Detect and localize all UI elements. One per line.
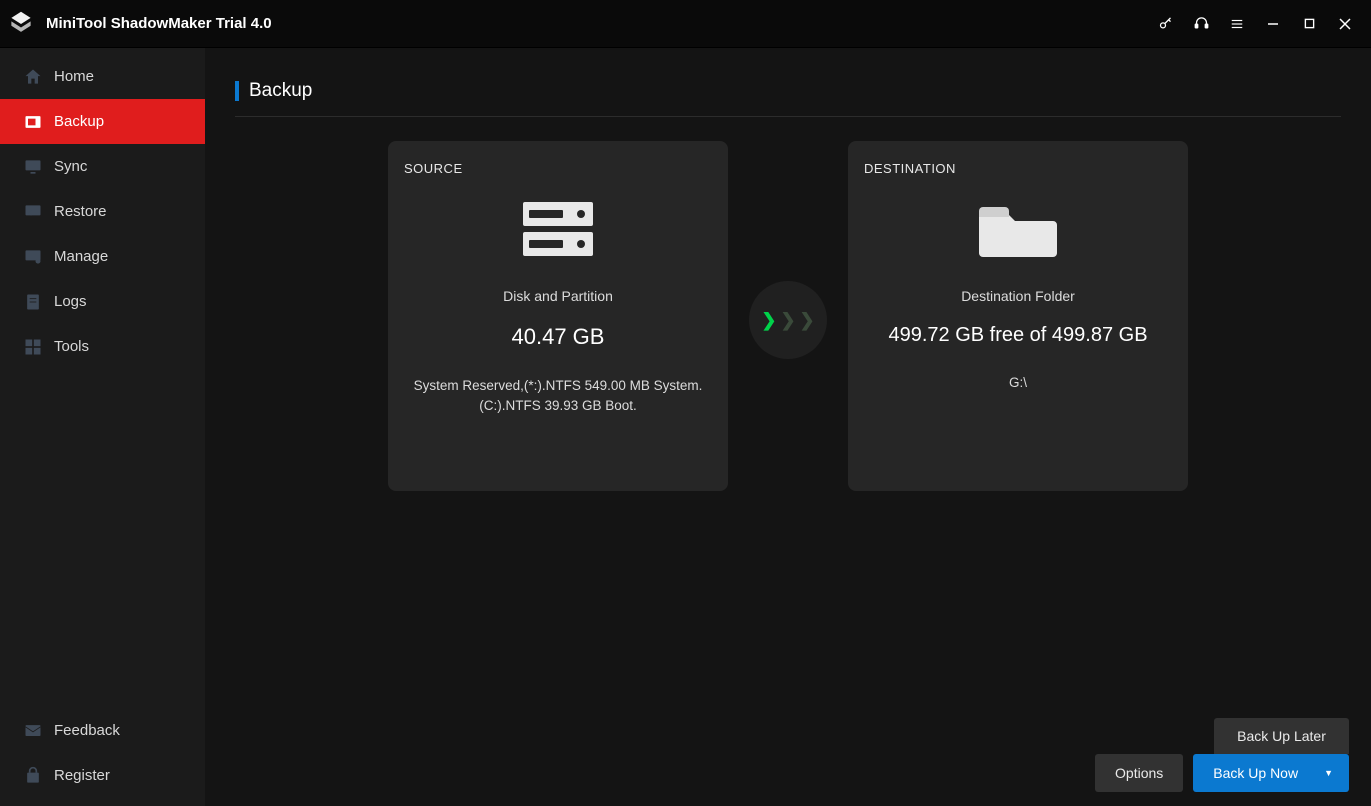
sidebar-item-manage[interactable]: Manage xyxy=(0,234,205,279)
backup-now-button[interactable]: Back Up Now ▼ xyxy=(1193,754,1349,792)
sidebar-item-label: Manage xyxy=(54,248,108,265)
sidebar-nav: Home Backup Sync Restore xyxy=(0,54,205,369)
key-icon[interactable] xyxy=(1147,0,1183,48)
app-logo-icon xyxy=(6,9,36,39)
chevron-right-icon: ❯ xyxy=(800,310,815,331)
sidebar-nav-bottom: Feedback Register xyxy=(0,708,205,806)
feedback-icon xyxy=(22,720,44,742)
page-title: Backup xyxy=(249,80,312,102)
disk-icon xyxy=(519,194,597,266)
titlebar: MiniTool ShadowMaker Trial 4.0 xyxy=(0,0,1371,48)
logs-icon xyxy=(22,291,44,313)
sidebar-item-label: Sync xyxy=(54,158,87,175)
support-icon[interactable] xyxy=(1183,0,1219,48)
chevron-down-icon: ▼ xyxy=(1324,768,1333,778)
page-header: Backup xyxy=(235,80,1341,117)
backup-icon xyxy=(22,111,44,133)
backup-cards-row: SOURCE Dis xyxy=(205,141,1371,491)
home-icon xyxy=(22,66,44,88)
destination-free: 499.72 GB free of 499.87 GB xyxy=(888,324,1147,347)
tools-icon xyxy=(22,336,44,358)
chevron-right-icon: ❯ xyxy=(761,310,776,331)
sidebar-item-tools[interactable]: Tools xyxy=(0,324,205,369)
sidebar-item-label: Home xyxy=(54,68,94,85)
manage-icon xyxy=(22,246,44,268)
chevron-right-icon: ❯ xyxy=(780,310,795,331)
source-details: System Reserved,(*:).NTFS 549.00 MB Syst… xyxy=(402,376,714,415)
source-size: 40.47 GB xyxy=(512,324,605,350)
sidebar-item-label: Logs xyxy=(54,293,87,310)
titlebar-left: MiniTool ShadowMaker Trial 4.0 xyxy=(6,9,272,39)
sidebar-item-feedback[interactable]: Feedback xyxy=(0,708,205,753)
maximize-button[interactable] xyxy=(1291,0,1327,48)
main-content: Backup SOURCE xyxy=(205,48,1371,806)
sidebar-item-label: Backup xyxy=(54,113,104,130)
app-title: MiniTool ShadowMaker Trial 4.0 xyxy=(46,15,272,32)
sidebar-item-logs[interactable]: Logs xyxy=(0,279,205,324)
sidebar-item-label: Register xyxy=(54,767,110,784)
sync-icon xyxy=(22,156,44,178)
sidebar-item-sync[interactable]: Sync xyxy=(0,144,205,189)
sidebar-item-label: Restore xyxy=(54,203,107,220)
menu-icon[interactable] xyxy=(1219,0,1255,48)
folder-icon xyxy=(977,194,1059,266)
sidebar-item-home[interactable]: Home xyxy=(0,54,205,99)
footer-buttons: Back Up Later Options Back Up Now ▼ xyxy=(1095,718,1349,792)
destination-label: DESTINATION xyxy=(864,161,956,176)
minimize-button[interactable] xyxy=(1255,0,1291,48)
sidebar-item-backup[interactable]: Backup xyxy=(0,99,205,144)
source-card[interactable]: SOURCE Dis xyxy=(388,141,728,491)
titlebar-controls xyxy=(1147,0,1363,48)
close-button[interactable] xyxy=(1327,0,1363,48)
backup-later-button[interactable]: Back Up Later xyxy=(1214,718,1349,754)
destination-subtitle: Destination Folder xyxy=(961,288,1075,304)
options-button[interactable]: Options xyxy=(1095,754,1183,792)
source-subtitle: Disk and Partition xyxy=(503,288,613,304)
sidebar-item-label: Tools xyxy=(54,338,89,355)
register-icon xyxy=(22,765,44,787)
source-label: SOURCE xyxy=(404,161,463,176)
restore-icon xyxy=(22,201,44,223)
sidebar-item-register[interactable]: Register xyxy=(0,753,205,798)
header-accent-bar xyxy=(235,81,239,101)
backup-now-label: Back Up Now xyxy=(1213,765,1298,781)
sidebar-item-label: Feedback xyxy=(54,722,120,739)
destination-card[interactable]: DESTINATION Destination Folder 499.72 GB… xyxy=(848,141,1188,491)
sidebar: Home Backup Sync Restore xyxy=(0,48,205,806)
destination-path: G:\ xyxy=(1003,373,1033,393)
arrow-circle-icon: ❯ ❯ ❯ xyxy=(749,281,827,359)
transfer-arrow: ❯ ❯ ❯ xyxy=(728,281,848,359)
sidebar-item-restore[interactable]: Restore xyxy=(0,189,205,234)
